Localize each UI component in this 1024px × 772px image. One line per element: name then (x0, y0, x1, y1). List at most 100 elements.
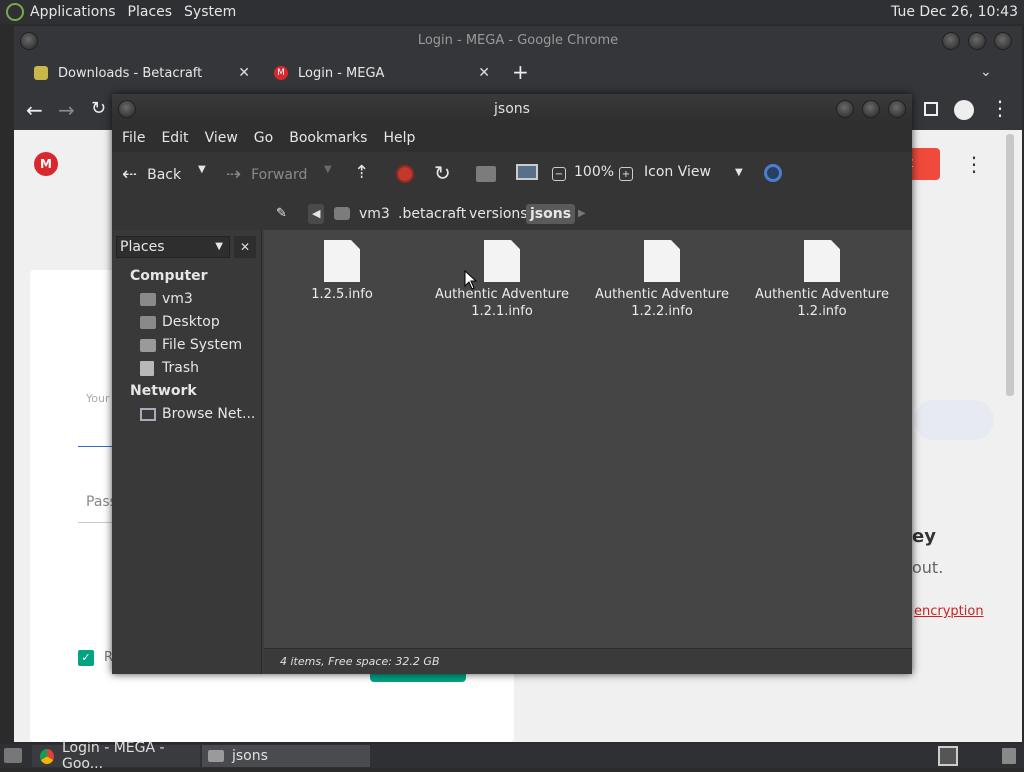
up-arrow-icon[interactable]: ⇡ (354, 162, 369, 183)
fm-maximize-button[interactable] (862, 100, 880, 118)
tab-label: Downloads - Betacraft (58, 65, 203, 81)
system-menu[interactable]: System (178, 4, 242, 20)
text-file-icon (804, 240, 840, 282)
chrome-maximize-button[interactable] (968, 32, 986, 50)
home-folder-icon[interactable] (476, 166, 496, 182)
task-chrome[interactable]: Login - MEGA - Goo... (32, 740, 200, 772)
places-selector[interactable]: Places ▼ (116, 236, 230, 258)
chrome-logo-icon (40, 748, 54, 764)
back-history-chevron-icon[interactable]: ▼ (198, 164, 206, 175)
fm-close-button[interactable] (888, 100, 906, 118)
drive-icon (140, 338, 156, 352)
menu-file[interactable]: File (122, 130, 145, 146)
file-icon-view[interactable]: 1.2.5.info Authentic Adventure 1.2.1.inf… (264, 230, 912, 648)
text-file-icon (324, 240, 360, 282)
file-item[interactable]: Authentic Adventure 1.2.2.info (587, 240, 737, 320)
reload-icon[interactable]: ↻ (91, 98, 106, 119)
mega-menu-icon[interactable]: ⋮ (964, 152, 984, 176)
task-jsons[interactable]: jsons (202, 745, 370, 767)
task-label: Login - MEGA - Goo... (61, 740, 165, 772)
text-file-icon (644, 240, 680, 282)
edit-location-icon[interactable]: ✎ (272, 204, 291, 224)
sidebar-item-trash[interactable]: Trash (140, 360, 199, 376)
fm-minimize-button[interactable] (836, 100, 854, 118)
back-arrow-icon[interactable]: ← (26, 98, 43, 122)
fm-window-menu-icon[interactable] (118, 100, 136, 118)
right-heading: ey (912, 526, 936, 547)
menu-view[interactable]: View (205, 130, 238, 146)
forward-arrow-icon[interactable]: → (58, 98, 75, 122)
page-scrollbar[interactable] (1006, 134, 1014, 396)
top-panel: Applications Places System Tue Dec 26, 1… (0, 0, 1024, 24)
chrome-menu-icon[interactable]: ⋮ (990, 96, 1010, 120)
sidebar-item-label: Trash (162, 360, 199, 376)
zoom-level: 100% (574, 164, 615, 180)
chrome-close-button[interactable] (994, 32, 1012, 50)
sidebar-heading-computer: Computer (130, 268, 208, 284)
crumb-jsons[interactable]: jsons (526, 204, 576, 224)
applications-menu[interactable]: Applications (24, 4, 122, 20)
close-tab-icon[interactable]: ✕ (238, 65, 250, 81)
sidebar-item-file-system[interactable]: File System (140, 337, 242, 353)
menu-bookmarks[interactable]: Bookmarks (289, 130, 367, 146)
clock[interactable]: Tue Dec 26, 10:43 (891, 4, 1018, 20)
forward-arrow-icon: ⇢ (226, 164, 242, 185)
home-folder-icon (140, 292, 156, 306)
file-name: Authentic Adventure 1.2.info (755, 287, 889, 319)
close-sidebar-icon[interactable]: ✕ (234, 236, 256, 258)
forward-button[interactable]: ⇢ Forward (226, 164, 307, 185)
text-file-icon (484, 240, 520, 282)
tab-search-chevron-icon[interactable]: ⌄ (980, 64, 992, 80)
file-item[interactable]: Authentic Adventure 1.2.1.info (427, 240, 577, 320)
forward-history-chevron-icon[interactable]: ▼ (324, 164, 332, 175)
trash-applet-icon[interactable] (1002, 748, 1016, 764)
file-manager-window: jsons File Edit View Go Bookmarks Help ⇠… (112, 94, 912, 674)
folder-icon (208, 750, 224, 762)
remember-checkbox[interactable]: ✓ (78, 650, 94, 666)
chrome-window-menu-icon[interactable] (20, 32, 38, 50)
chrome-minimize-button[interactable] (942, 32, 960, 50)
task-label: jsons (232, 748, 268, 764)
menu-help[interactable]: Help (383, 130, 415, 146)
places-menu[interactable]: Places (122, 4, 179, 20)
view-mode-select[interactable]: Icon View ▼ (644, 164, 743, 180)
file-item[interactable]: 1.2.5.info (267, 240, 417, 303)
crumb-versions[interactable]: versions (465, 204, 532, 224)
menu-go[interactable]: Go (254, 130, 273, 146)
distro-logo-icon[interactable] (6, 3, 24, 21)
reload-icon[interactable]: ↻ (434, 161, 451, 185)
menu-edit[interactable]: Edit (161, 130, 188, 146)
workspace-switcher[interactable] (938, 746, 958, 766)
betacraft-favicon-icon (34, 66, 48, 80)
profile-avatar-icon[interactable] (954, 100, 974, 120)
sidebar-item-vm3[interactable]: vm3 (140, 291, 193, 307)
fm-pathbar: ✎ ◀ vm3 .betacraft versions jsons ▶ (112, 196, 912, 230)
side-panel-icon[interactable] (924, 102, 938, 116)
email-placeholder[interactable]: Your (86, 392, 109, 405)
new-tab-button[interactable]: + (512, 60, 529, 84)
crumb-betacraft[interactable]: .betacraft (394, 204, 470, 224)
file-item[interactable]: Authentic Adventure 1.2.info (747, 240, 897, 320)
encryption-link[interactable]: encryption (914, 604, 984, 619)
stop-icon[interactable] (396, 165, 414, 183)
zoom-in-icon[interactable]: + (619, 167, 633, 181)
sidebar-item-desktop[interactable]: Desktop (140, 314, 220, 330)
network-icon (140, 407, 156, 421)
path-right-arrow-icon[interactable]: ▶ (574, 204, 590, 224)
tab-downloads-betacraft[interactable]: Downloads - Betacraft ✕ (24, 56, 260, 90)
back-button[interactable]: ⇠ Back (122, 164, 181, 185)
sidebar-item-browse-network[interactable]: Browse Net... (140, 406, 255, 422)
mega-logo-icon[interactable]: M (34, 152, 58, 176)
zoom-out-icon[interactable]: − (552, 167, 566, 181)
right-illustration (914, 400, 994, 440)
crumb-vm3[interactable]: vm3 (355, 204, 394, 224)
computer-icon[interactable] (516, 164, 538, 180)
close-tab-icon[interactable]: ✕ (478, 65, 490, 81)
sidebar-item-label: Browse Net... (162, 406, 256, 422)
search-icon[interactable] (764, 164, 782, 182)
show-desktop-icon[interactable] (4, 748, 22, 763)
tab-login-mega[interactable]: M Login - MEGA ✕ (264, 56, 500, 90)
path-left-arrow-icon[interactable]: ◀ (308, 204, 325, 224)
mega-favicon-icon: M (274, 66, 288, 80)
file-name: 1.2.5.info (311, 287, 373, 302)
